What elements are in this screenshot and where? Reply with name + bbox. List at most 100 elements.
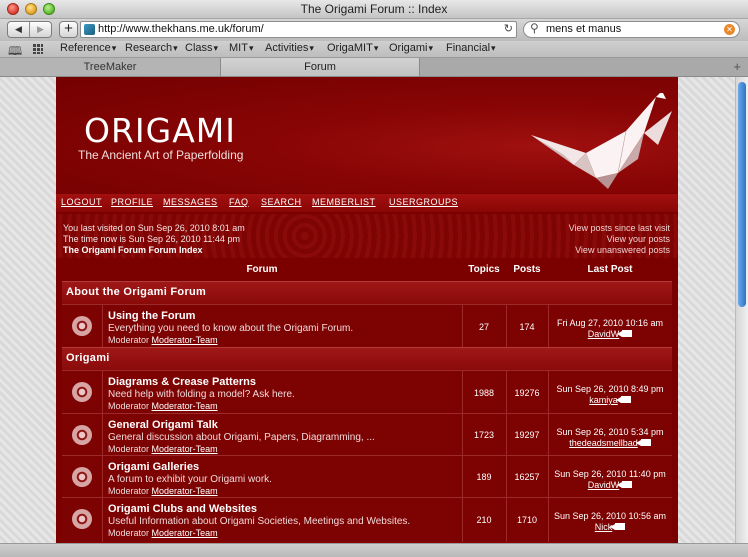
forum-index-link[interactable]: The Origami Forum Forum Index — [63, 245, 203, 255]
forum-icon — [72, 382, 92, 402]
main-nav: LOGOUT PROFILE MESSAGES FAQ SEARCH MEMBE… — [56, 194, 678, 212]
last-post-user[interactable]: DavidW — [588, 329, 620, 339]
last-post-arrow-icon[interactable] — [615, 396, 631, 403]
search-icon: ⚲ — [530, 21, 539, 35]
status-bar — [0, 543, 748, 557]
moderator-link[interactable]: Moderator-Team — [152, 335, 218, 345]
nav-usergroups[interactable]: USERGROUPS — [389, 197, 458, 207]
category-row: About the Origami Forum — [62, 281, 672, 304]
forum-title[interactable]: Using the Forum — [108, 310, 195, 322]
last-post-arrow-icon[interactable] — [617, 330, 633, 337]
search-field[interactable]: ⚲ mens et manus ✕ — [523, 21, 740, 38]
category-title[interactable]: About the Origami Forum — [66, 286, 206, 298]
forum-description: Useful Information about Origami Societi… — [108, 516, 411, 527]
forum-moderator: Moderator Moderator-Team — [108, 401, 218, 411]
forum-icon-cell — [62, 456, 103, 498]
new-tab-icon[interactable]: + — [733, 58, 741, 76]
forum-title[interactable]: Origami Clubs and Websites — [108, 503, 257, 515]
posts-count: 19276 — [514, 388, 540, 398]
nav-search[interactable]: SEARCH — [261, 197, 302, 207]
grid-icon[interactable] — [33, 44, 43, 54]
moderator-label: Moderator — [108, 401, 150, 411]
add-bookmark-button[interactable]: + — [59, 21, 78, 38]
last-post-arrow-icon[interactable] — [617, 481, 633, 488]
forum-row: General Origami Talk General discussion … — [62, 413, 672, 456]
forum-moderator: Moderator Moderator-Team — [108, 486, 218, 496]
nav-profile[interactable]: PROFILE — [111, 197, 153, 207]
topics-count: 1988 — [473, 388, 495, 398]
last-post-arrow-icon[interactable] — [610, 523, 626, 530]
category-title[interactable]: Origami — [66, 352, 110, 364]
moderator-link[interactable]: Moderator-Team — [152, 444, 218, 454]
bookmark-financial[interactable]: Financial — [446, 42, 496, 54]
category-row: Origami — [62, 347, 672, 370]
last-post-user[interactable]: DavidW — [588, 480, 620, 490]
forum-icon — [72, 467, 92, 487]
bookmark-origamit[interactable]: OrigaMIT — [327, 42, 378, 54]
last-post-author: kamiya — [548, 395, 672, 405]
last-post-author: DavidW — [548, 480, 672, 490]
moderator-label: Moderator — [108, 528, 150, 538]
header-forum: Forum — [62, 259, 462, 281]
posts-count: 1710 — [516, 515, 538, 525]
search-input-text: mens et manus — [546, 23, 622, 35]
tab-forum[interactable]: Forum — [220, 58, 420, 76]
bookmark-mit[interactable]: MIT — [229, 42, 253, 54]
bookmark-reference[interactable]: Reference — [60, 42, 116, 54]
last-post-user[interactable]: thedeadsmellbad — [569, 438, 638, 448]
nav-memberlist[interactable]: MEMBERLIST — [312, 197, 376, 207]
back-button[interactable]: ◀ — [8, 22, 30, 37]
site-tagline: The Ancient Art of Paperfolding — [78, 148, 244, 162]
crane-logo — [531, 93, 672, 189]
forum-title[interactable]: Diagrams & Crease Patterns — [108, 376, 256, 388]
nav-messages[interactable]: MESSAGES — [163, 197, 218, 207]
bookmark-activities[interactable]: Activities — [265, 42, 314, 54]
forum-row: Origami Galleries A forum to exhibit you… — [62, 455, 672, 498]
bookmark-origami[interactable]: Origami — [389, 42, 433, 54]
forum-row: Origami Clubs and Websites Useful Inform… — [62, 497, 672, 542]
last-post-arrow-icon[interactable] — [635, 439, 651, 446]
moderator-label: Moderator — [108, 444, 150, 454]
clear-search-icon[interactable]: ✕ — [724, 24, 735, 35]
tab-bar: TreeMaker Forum + — [0, 58, 748, 77]
address-bar[interactable]: http://www.thekhans.me.uk/forum/ ↻ — [80, 21, 517, 38]
last-post-date: Fri Aug 27, 2010 10:16 am — [556, 318, 664, 328]
site-logo[interactable]: ORIGAMI — [84, 111, 236, 150]
moderator-link[interactable]: Moderator-Team — [152, 528, 218, 538]
bookmark-class[interactable]: Class — [185, 42, 218, 54]
posts-count: 16257 — [514, 472, 540, 482]
nav-buttons: ◀ ▶ — [7, 21, 52, 38]
header-posts: Posts — [506, 259, 548, 281]
header-last-post: Last Post — [548, 259, 672, 281]
view-unanswered-link[interactable]: View unanswered posts — [575, 245, 670, 255]
vertical-scrollbar[interactable] — [735, 77, 748, 543]
forum-title[interactable]: Origami Galleries — [108, 461, 199, 473]
forum-icon-cell — [62, 498, 103, 542]
moderator-link[interactable]: Moderator-Team — [152, 486, 218, 496]
forum-description: A forum to exhibit your Origami work. — [108, 474, 272, 485]
last-post-user[interactable]: kamiya — [589, 395, 618, 405]
forum-description: General discussion about Origami, Papers… — [108, 432, 375, 443]
topics-count: 27 — [478, 322, 489, 332]
scrollbar-thumb[interactable] — [738, 82, 746, 307]
nav-logout[interactable]: LOGOUT — [61, 197, 102, 207]
forum-moderator: Moderator Moderator-Team — [108, 335, 218, 345]
bookmark-research[interactable]: Research — [125, 42, 178, 54]
tab-treemaker[interactable]: TreeMaker — [0, 58, 220, 76]
last-post-author: thedeadsmellbad — [548, 438, 672, 448]
view-since-last-visit-link[interactable]: View posts since last visit — [569, 223, 670, 233]
reload-icon[interactable]: ↻ — [504, 22, 513, 35]
moderator-link[interactable]: Moderator-Team — [152, 401, 218, 411]
forum-icon-cell — [62, 305, 103, 348]
forward-button[interactable]: ▶ — [30, 22, 51, 37]
nav-faq[interactable]: FAQ — [229, 197, 249, 207]
forum-title[interactable]: General Origami Talk — [108, 419, 218, 431]
header-topics: Topics — [462, 259, 506, 281]
forum-row: Diagrams & Crease Patterns Need help wit… — [62, 370, 672, 414]
forum-moderator: Moderator Moderator-Team — [108, 528, 218, 538]
forum-icon — [72, 316, 92, 336]
view-your-posts-link[interactable]: View your posts — [607, 234, 670, 244]
page-viewport: ORIGAMI The Ancient Art of Paperfolding … — [0, 77, 735, 543]
forum-icon-cell — [62, 371, 103, 414]
forum-description: Need help with folding a model? Ask here… — [108, 389, 295, 400]
